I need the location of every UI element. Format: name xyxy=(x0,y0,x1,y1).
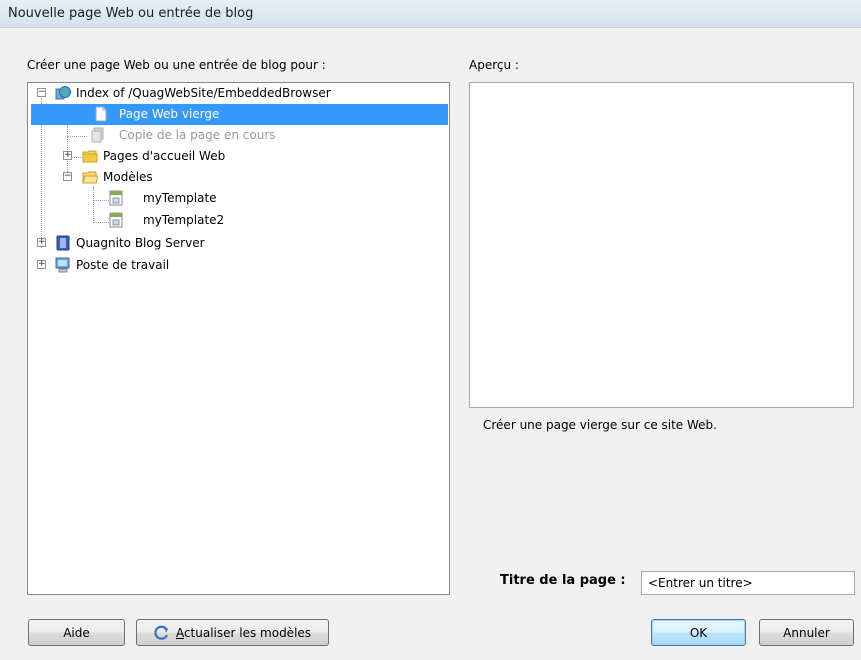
folder-icon xyxy=(82,150,98,163)
blog-server-icon xyxy=(56,235,70,251)
tree-item-mytemplate[interactable]: myTemplate xyxy=(28,188,448,209)
tree-item-copy-page: Copie de la page en cours xyxy=(28,125,448,146)
globe-site-icon xyxy=(55,86,71,100)
tree-item-label: Modèles xyxy=(103,170,153,184)
tree-item-computer[interactable]: + Poste de travail xyxy=(28,255,448,276)
preview-pane xyxy=(469,82,854,408)
tree-label: Créer une page Web ou une entrée de blog… xyxy=(27,58,326,72)
template-icon xyxy=(109,212,123,228)
copy-page-icon xyxy=(91,127,104,143)
tree-item-blank-page[interactable]: Page Web vierge xyxy=(31,104,448,125)
tree-item-label: myTemplate2 xyxy=(143,213,225,227)
help-button-label: Aide xyxy=(63,625,90,640)
tree-item-label: Index of /QuagWebSite/EmbeddedBrowser xyxy=(76,86,331,100)
cancel-button-label: Annuler xyxy=(783,625,830,640)
computer-icon xyxy=(55,257,70,273)
tree-item-blog-server[interactable]: + Quagnito Blog Server xyxy=(28,233,448,254)
ok-button-label: OK xyxy=(689,625,708,640)
page-title-label: Titre de la page : xyxy=(500,573,626,588)
blank-page-icon xyxy=(95,106,107,122)
template-icon xyxy=(109,190,123,206)
expand-toggle[interactable]: + xyxy=(37,238,46,247)
refresh-button-label: Actualiser les modèles xyxy=(175,625,312,640)
tree-item-site-root[interactable]: − Index of /QuagWebSite/EmbeddedBrowser xyxy=(28,83,448,104)
expand-toggle[interactable]: + xyxy=(63,151,72,160)
preview-label: Aperçu : xyxy=(469,58,519,72)
window-title: Nouvelle page Web ou entrée de blog xyxy=(8,6,254,21)
tree-item-label: Pages d'accueil Web xyxy=(103,149,226,163)
tree-item-label: Copie de la page en cours xyxy=(119,128,276,142)
tree-item-label: Quagnito Blog Server xyxy=(76,236,205,250)
help-button[interactable]: Aide xyxy=(28,619,125,646)
refresh-templates-button[interactable]: Actualiser les modèles xyxy=(136,619,329,646)
collapse-toggle[interactable]: − xyxy=(37,88,46,97)
folder-open-icon xyxy=(82,171,98,184)
ok-button[interactable]: OK xyxy=(651,619,746,646)
tree-item-label: Poste de travail xyxy=(76,258,170,272)
tree-item-label: myTemplate xyxy=(143,191,217,205)
refresh-icon xyxy=(154,625,168,640)
tree-item-mytemplate2[interactable]: myTemplate2 xyxy=(28,210,448,231)
page-title-input[interactable] xyxy=(641,571,855,595)
collapse-toggle[interactable]: − xyxy=(63,172,72,181)
preview-description: Créer une page vierge sur ce site Web. xyxy=(483,418,717,432)
destination-tree[interactable]: − Index of /QuagWebSite/EmbeddedBrowser … xyxy=(27,82,450,595)
title-bar: Nouvelle page Web ou entrée de blog xyxy=(0,0,861,28)
cancel-button[interactable]: Annuler xyxy=(759,619,854,646)
tree-item-label: Page Web vierge xyxy=(119,107,220,121)
tree-item-home-pages[interactable]: + Pages d'accueil Web xyxy=(28,146,448,167)
expand-toggle[interactable]: + xyxy=(37,260,46,269)
tree-item-templates[interactable]: − Modèles xyxy=(28,167,448,188)
